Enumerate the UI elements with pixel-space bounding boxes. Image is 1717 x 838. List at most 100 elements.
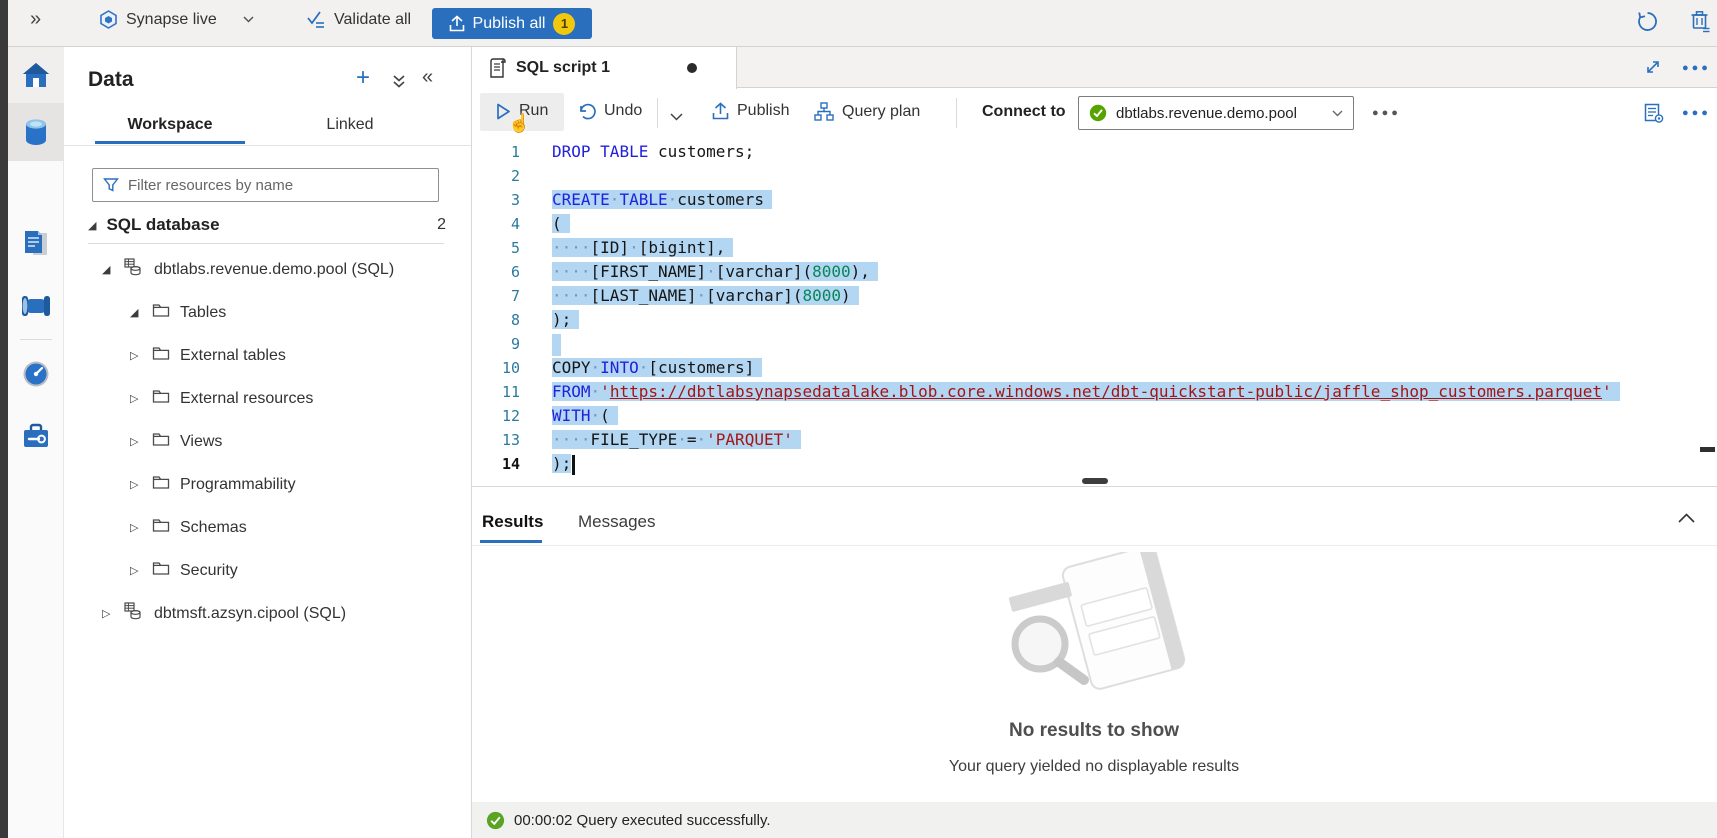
tab-results[interactable]: Results xyxy=(482,512,543,532)
query-status-bar: 00:00:02 Query executed successfully. xyxy=(472,802,1717,838)
expand-menu-icon[interactable]: » xyxy=(30,8,41,31)
twisty-collapsed-icon[interactable]: ▷ xyxy=(130,392,142,405)
resource-tree: ◢dbtlabs.revenue.demo.pool (SQL)◢Tables▷… xyxy=(64,248,471,635)
selection-highlight: ( xyxy=(552,214,570,233)
code-line-5[interactable]: ····[ID]·[bigint], xyxy=(552,236,1620,260)
tree-item-dbtlabs-revenue-demo-pool-sql-[interactable]: ◢dbtlabs.revenue.demo.pool (SQL) xyxy=(64,248,471,291)
validate-all-button[interactable]: Validate all xyxy=(306,10,411,29)
code-line-6[interactable]: ····[FIRST_NAME]·[varchar](8000), xyxy=(552,260,1620,284)
tab-workspace[interactable]: Workspace xyxy=(100,116,240,134)
code-line-1[interactable]: DROP TABLE customers; xyxy=(552,140,1620,164)
editor-more-icon[interactable]: ●●● xyxy=(1682,107,1711,119)
sql-pool-icon xyxy=(124,602,144,625)
develop-icon xyxy=(23,230,49,258)
folder-icon xyxy=(152,518,170,538)
code-line-10[interactable]: COPY·INTO·[customers] xyxy=(552,356,1620,380)
code-line-8[interactable]: ); xyxy=(552,308,1620,332)
results-row-border xyxy=(472,545,1717,546)
tree-item-programmability[interactable]: ▷Programmability xyxy=(64,463,471,506)
rail-divider xyxy=(20,339,52,340)
twisty-expanded-icon[interactable]: ◢ xyxy=(130,306,142,319)
code-line-11[interactable]: FROM·'https://dbtlabsynapsedatalake.blob… xyxy=(552,380,1620,404)
code-line-9[interactable] xyxy=(552,332,1620,356)
twisty-collapsed-icon[interactable]: ▷ xyxy=(130,521,142,534)
twisty-collapsed-icon[interactable]: ▷ xyxy=(130,349,142,362)
tree-item-external-tables[interactable]: ▷External tables xyxy=(64,334,471,377)
tree-section-count: 2 xyxy=(437,216,452,234)
tree-item-external-resources[interactable]: ▷External resources xyxy=(64,377,471,420)
tree-item-dbtmsft-azsyn-cipool-sql-[interactable]: ▷ dbtmsft.azsyn.cipool (SQL) xyxy=(64,592,471,635)
code-line-2[interactable] xyxy=(552,164,1620,188)
undo-button[interactable]: Undo xyxy=(577,102,642,120)
filter-resources-input[interactable]: Filter resources by name xyxy=(92,168,439,202)
tree-item-label: dbtmsft.azsyn.cipool (SQL) xyxy=(154,605,346,623)
sql-script-tab[interactable]: SQL script 1 xyxy=(472,47,737,89)
tree-item-views[interactable]: ▷Views xyxy=(64,420,471,463)
line-number: 11 xyxy=(472,380,520,404)
nav-manage-button[interactable] xyxy=(8,409,64,463)
results-splitter-handle[interactable] xyxy=(1082,478,1108,484)
mouse-cursor: ☝ xyxy=(508,113,530,134)
twisty-collapsed-icon[interactable]: ▷ xyxy=(102,607,114,620)
query-plan-label: Query plan xyxy=(842,103,920,121)
publish-all-button[interactable]: Publish all 1 xyxy=(432,8,592,39)
results-top-border xyxy=(472,486,1717,487)
toolbar-more-icon[interactable]: ●●● xyxy=(1372,107,1401,119)
collapse-panel-icon[interactable]: « xyxy=(422,66,433,89)
connect-to-dropdown[interactable]: dbtlabs.revenue.demo.pool xyxy=(1078,96,1354,130)
tree-item-schemas[interactable]: ▷Schemas xyxy=(64,506,471,549)
code-line-13[interactable]: ····FILE_TYPE·=·'PARQUET' xyxy=(552,428,1620,452)
twisty-collapsed-icon[interactable]: ▷ xyxy=(130,435,142,448)
validate-all-label: Validate all xyxy=(334,11,411,29)
results-tab-underline xyxy=(480,540,542,543)
nav-home-button[interactable] xyxy=(8,47,64,103)
nav-integrate-button[interactable] xyxy=(8,279,64,333)
refresh-icon[interactable] xyxy=(1636,10,1659,38)
code-line-4[interactable]: ( xyxy=(552,212,1620,236)
selection-highlight: FROM·'https://dbtlabsynapsedatalake.blob… xyxy=(552,382,1620,401)
undo-redo-dropdown-icon[interactable] xyxy=(670,108,683,126)
twisty-collapsed-icon[interactable]: ▷ xyxy=(130,564,142,577)
nav-data-button[interactable] xyxy=(8,103,64,161)
tree-section-sql-database[interactable]: ◢ SQL database 2 xyxy=(88,211,452,239)
trash-icon[interactable] xyxy=(1690,10,1711,38)
code-line-12[interactable]: WITH·( xyxy=(552,404,1620,428)
code-line-3[interactable]: CREATE·TABLE·customers xyxy=(552,188,1620,212)
tab-messages[interactable]: Messages xyxy=(578,512,655,532)
data-icon xyxy=(23,118,49,146)
folder-icon xyxy=(152,561,170,581)
publish-label: Publish xyxy=(737,102,789,120)
code-line-14[interactable]: ); xyxy=(552,452,1620,476)
line-number: 6 xyxy=(472,260,520,284)
tab-linked[interactable]: Linked xyxy=(280,116,420,134)
nav-monitor-button[interactable] xyxy=(8,347,64,401)
nav-develop-button[interactable] xyxy=(8,217,64,271)
tree-item-tables[interactable]: ◢Tables xyxy=(64,291,471,334)
publish-button[interactable]: Publish xyxy=(712,102,789,120)
selection-highlight: ····FILE_TYPE·=·'PARQUET' xyxy=(552,430,801,449)
collapse-results-icon[interactable] xyxy=(1678,510,1695,528)
collapse-all-icon[interactable] xyxy=(392,74,406,94)
twisty-collapsed-icon[interactable]: ▷ xyxy=(130,478,142,491)
selection-highlight: COPY·INTO·[customers] xyxy=(552,358,762,377)
expand-editor-icon[interactable] xyxy=(1644,58,1662,81)
tab-more-actions-icon[interactable]: ●●● xyxy=(1682,62,1711,74)
twisty-expanded-icon[interactable]: ◢ xyxy=(102,263,114,276)
query-plan-button[interactable]: Query plan xyxy=(814,102,920,121)
connected-pool-name: dbtlabs.revenue.demo.pool xyxy=(1116,105,1323,122)
chevron-down-icon xyxy=(243,16,254,23)
properties-icon[interactable] xyxy=(1644,103,1664,128)
no-results-subtitle: Your query yielded no displayable result… xyxy=(844,758,1344,776)
synapse-live-button[interactable]: Synapse live xyxy=(99,10,254,29)
code-line-7[interactable]: ····[LAST_NAME]·[varchar](8000) xyxy=(552,284,1620,308)
tree-item-security[interactable]: ▷Security xyxy=(64,549,471,592)
sql-script-tab-title: SQL script 1 xyxy=(516,59,610,77)
line-number: 14 xyxy=(472,452,520,476)
left-nav-rail xyxy=(8,47,64,838)
add-resource-icon[interactable]: + xyxy=(356,64,370,92)
folder-icon xyxy=(152,346,170,366)
code-content[interactable]: DROP TABLE customers; CREATE·TABLE·custom… xyxy=(552,140,1620,476)
twisty-expanded-icon[interactable]: ◢ xyxy=(88,219,96,232)
publish-all-label: Publish all xyxy=(473,15,546,33)
publish-count-badge: 1 xyxy=(553,13,575,35)
